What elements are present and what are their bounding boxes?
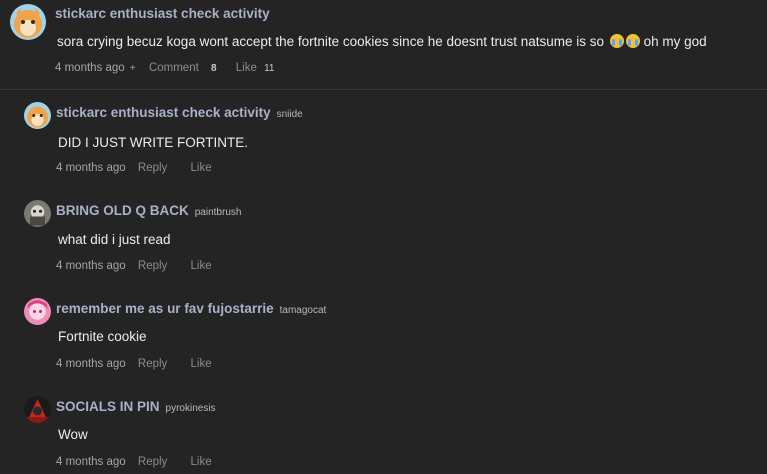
- user-tag: tamagocat: [279, 305, 327, 316]
- comment-text: Wow: [58, 427, 88, 442]
- username-text[interactable]: stickarc enthusiast check activity: [56, 105, 271, 120]
- expand-plus[interactable]: +: [130, 63, 136, 74]
- like-button[interactable]: Like: [191, 162, 212, 174]
- timestamp: 4 months ago: [56, 162, 126, 174]
- user-tag: paintbrush: [194, 207, 242, 218]
- username[interactable]: BRING OLD Q BACK paintbrush: [56, 203, 241, 218]
- username-text[interactable]: remember me as ur fav fujostarrie: [56, 301, 274, 316]
- username-text[interactable]: stickarc enthusiast check activity: [55, 6, 270, 21]
- divider: [0, 89, 767, 90]
- comment-thread: stickarc enthusiast check activity sora …: [0, 0, 767, 474]
- reply-comment: BRING OLD Q BACK paintbrush what did i ju…: [0, 196, 767, 294]
- timestamp: 4 months ago: [56, 456, 126, 468]
- comment-button[interactable]: Comment: [149, 62, 199, 74]
- reply-button[interactable]: Reply: [138, 260, 167, 272]
- like-button[interactable]: Like: [191, 260, 212, 272]
- avatar[interactable]: [24, 200, 51, 227]
- user-tag: sniide: [276, 109, 303, 120]
- comment-text: Fortnite cookie: [58, 329, 147, 344]
- parent-comment: stickarc enthusiast check activity sora …: [0, 0, 767, 89]
- avatar[interactable]: [10, 4, 46, 40]
- username[interactable]: stickarc enthusiast check activity: [55, 6, 270, 21]
- username[interactable]: stickarc enthusiast check activity sniide: [56, 105, 303, 120]
- timestamp: 4 months ago: [55, 62, 125, 74]
- username[interactable]: remember me as ur fav fujostarrie tamagoc…: [56, 301, 326, 316]
- comment-count: 8: [211, 63, 217, 74]
- reply-button[interactable]: Reply: [138, 456, 167, 468]
- like-count: 11: [264, 63, 275, 74]
- comment-meta: 4 months ago Reply Like: [56, 358, 212, 370]
- like-button[interactable]: Like: [191, 456, 212, 468]
- comment-meta: 4 months ago Reply Like: [56, 162, 212, 174]
- username-text[interactable]: BRING OLD Q BACK: [56, 203, 189, 218]
- like-button[interactable]: Like: [191, 358, 212, 370]
- reply-comment: SOCIALS IN PIN pyrokinesis Wow 4 months a…: [0, 392, 767, 474]
- comment-text-main: sora crying becuz koga wont accept the f…: [57, 34, 605, 49]
- username[interactable]: SOCIALS IN PIN pyrokinesis: [56, 399, 216, 414]
- avatar[interactable]: [24, 396, 51, 423]
- timestamp: 4 months ago: [56, 358, 126, 370]
- comment-meta: 4 months ago + Comment 8 Like 11: [55, 62, 274, 74]
- like-button[interactable]: Like: [236, 62, 257, 74]
- crying-face-icon: [625, 34, 640, 48]
- comment-text: what did i just read: [58, 232, 171, 247]
- reply-button[interactable]: Reply: [138, 358, 167, 370]
- reply-comment: remember me as ur fav fujostarrie tamagoc…: [0, 294, 767, 392]
- crying-face-icon: [609, 34, 624, 48]
- avatar[interactable]: [24, 298, 51, 325]
- comment-text: DID I JUST WRITE FORTINTE.: [58, 135, 249, 150]
- comment-text: sora crying becuz koga wont accept the f…: [57, 34, 707, 49]
- timestamp: 4 months ago: [56, 260, 126, 272]
- reply-comment: stickarc enthusiast check activity sniide…: [0, 98, 767, 196]
- comment-meta: 4 months ago Reply Like: [56, 456, 212, 468]
- user-tag: pyrokinesis: [165, 403, 216, 414]
- reply-button[interactable]: Reply: [138, 162, 167, 174]
- avatar[interactable]: [24, 102, 51, 129]
- comment-text-suffix: oh my god: [643, 34, 707, 49]
- comment-meta: 4 months ago Reply Like: [56, 260, 212, 272]
- username-text[interactable]: SOCIALS IN PIN: [56, 399, 160, 414]
